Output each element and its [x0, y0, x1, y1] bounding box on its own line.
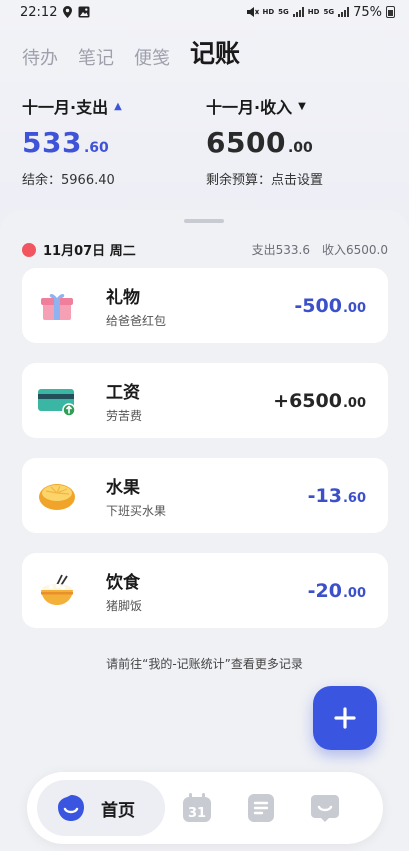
status-time: 22:12	[20, 4, 58, 20]
record-amount: +6500.00	[273, 389, 366, 412]
expense-summary[interactable]: 十一月·支出 ▲ 533.60 结余：5966.40	[22, 94, 206, 188]
record-amount: -500.00	[294, 294, 366, 317]
balance-text: 结余：5966.40	[22, 173, 115, 188]
rice-bowl-icon	[22, 553, 92, 628]
tab-notes[interactable]: 笔记	[78, 44, 114, 70]
record-note: 猪脚饭	[106, 598, 143, 613]
battery-icon	[386, 6, 395, 18]
gift-icon	[22, 268, 92, 343]
gallery-icon	[78, 6, 90, 18]
record-category: 礼物	[106, 287, 140, 308]
network-5g-2: 5G	[323, 8, 335, 16]
home-icon	[58, 795, 84, 821]
budget-setting-link[interactable]: 剩余预算：点击设置	[206, 169, 390, 188]
nav-profile[interactable]	[293, 792, 357, 824]
record-note: 下班买水果	[106, 503, 167, 518]
hd-badge-1: HD	[262, 8, 275, 16]
calendar-day: 31	[188, 806, 206, 821]
document-icon	[248, 794, 274, 822]
record-category: 饮食	[106, 572, 140, 593]
tab-memo[interactable]: 便笺	[134, 44, 170, 70]
income-summary[interactable]: 十一月·收入 ▼ 6500.00 剩余预算：点击设置	[206, 94, 390, 188]
record-card-fruit[interactable]: 水果 下班买水果 -13.60	[22, 458, 388, 533]
plus-icon	[334, 707, 356, 729]
monthly-summary: 十一月·支出 ▲ 533.60 结余：5966.40 十一月·收入 ▼ 6500…	[22, 94, 392, 188]
day-date: 11月07日 周二	[43, 244, 136, 259]
mute-icon	[246, 7, 259, 17]
record-category: 工资	[106, 382, 140, 403]
smile-face-icon	[311, 795, 339, 822]
top-tabs: 待办 笔记 便笺 记账	[22, 34, 240, 70]
nav-notes[interactable]	[229, 792, 293, 824]
record-category: 水果	[106, 477, 140, 498]
record-note: 劳苦费	[106, 408, 143, 423]
expense-amount: 533.60	[22, 126, 109, 159]
signal-icon-1	[292, 7, 304, 17]
caret-down-icon: ▼	[298, 100, 306, 112]
location-pin-icon	[63, 6, 73, 18]
tab-todo[interactable]: 待办	[22, 44, 58, 70]
record-note: 给爸爸红包	[106, 313, 167, 328]
day-expense: 支出533.6	[251, 243, 310, 257]
day-income: 收入6500.0	[322, 243, 388, 257]
network-5g-1: 5G	[278, 8, 289, 16]
status-bar: 22:12 HD 5G HD 5G 75%	[0, 0, 409, 24]
add-record-button[interactable]	[313, 686, 377, 750]
hd-badge-2: HD	[307, 8, 320, 16]
nav-home[interactable]: 首页	[37, 780, 165, 836]
income-label: 十一月·收入	[206, 98, 293, 117]
caret-up-icon: ▲	[114, 100, 122, 112]
income-amount: 6500.00	[206, 126, 313, 159]
nav-calendar[interactable]: 31	[165, 791, 229, 825]
records-sheet: 11月07日 周二 支出533.6 收入6500.0 礼物 给爸爸红包 -500…	[0, 210, 409, 851]
expense-label: 十一月·支出	[22, 98, 109, 117]
tab-accounting[interactable]: 记账	[190, 34, 240, 70]
day-header: 11月07日 周二 支出533.6 收入6500.0	[22, 240, 388, 259]
sheet-drag-handle[interactable]	[184, 219, 224, 223]
record-card-salary[interactable]: 工资 劳苦费 +6500.00	[22, 363, 388, 438]
date-dot-icon	[22, 242, 36, 257]
battery-percent: 75%	[353, 4, 382, 20]
record-amount: -20.00	[307, 579, 366, 602]
orange-icon	[22, 458, 92, 533]
more-records-hint: 请前往“我的-记账统计”查看更多记录	[106, 657, 303, 671]
salary-card-icon	[22, 363, 92, 438]
record-card-food[interactable]: 饮食 猪脚饭 -20.00	[22, 553, 388, 628]
signal-icon-2	[338, 7, 350, 17]
nav-home-label: 首页	[101, 800, 135, 821]
calendar-icon: 31	[183, 793, 211, 822]
record-card-gift[interactable]: 礼物 给爸爸红包 -500.00	[22, 268, 388, 343]
record-amount: -13.60	[307, 484, 366, 507]
bottom-nav: 首页 31	[27, 772, 383, 844]
